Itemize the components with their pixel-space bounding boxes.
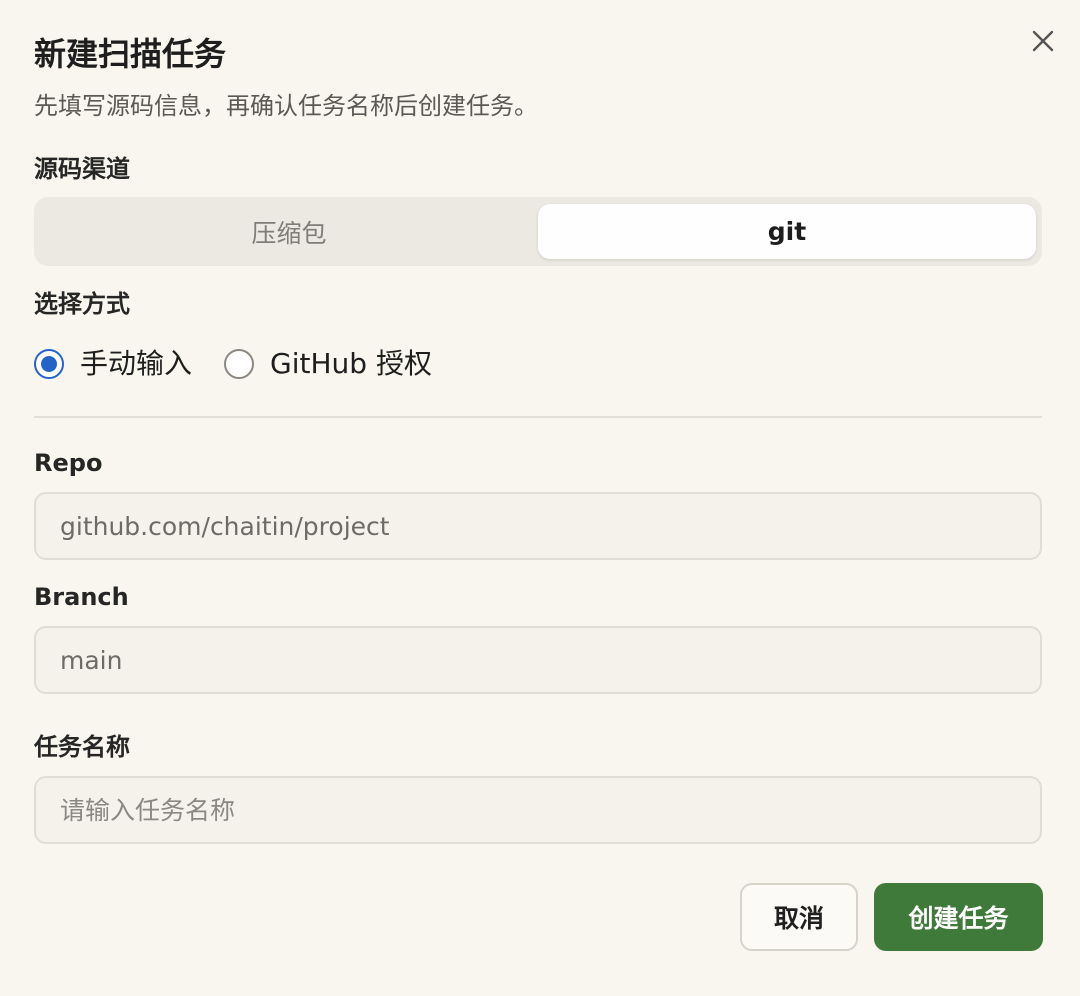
repo-input[interactable] bbox=[34, 492, 1042, 560]
repo-label: Repo bbox=[34, 449, 103, 477]
radio-unchecked-icon[interactable] bbox=[224, 349, 255, 379]
segment-git[interactable]: git bbox=[538, 204, 1036, 259]
close-button[interactable] bbox=[1024, 22, 1062, 60]
section-divider bbox=[34, 416, 1042, 418]
source-channel-segmented-control: 压缩包 git bbox=[34, 197, 1042, 266]
select-method-label: 选择方式 bbox=[34, 290, 130, 318]
radio-github-auth[interactable]: GitHub 授权 bbox=[224, 344, 432, 384]
source-channel-label: 源码渠道 bbox=[34, 155, 130, 183]
segment-archive[interactable]: 压缩包 bbox=[41, 204, 537, 259]
close-icon bbox=[1032, 30, 1054, 52]
radio-checked-icon[interactable] bbox=[34, 349, 64, 379]
radio-manual-input[interactable]: 手动输入 bbox=[34, 344, 192, 384]
task-name-input[interactable] bbox=[34, 776, 1042, 844]
create-task-button[interactable]: 创建任务 bbox=[874, 883, 1043, 951]
new-scan-task-dialog: 新建扫描任务 先填写源码信息，再确认任务名称后创建任务。 源码渠道 压缩包 gi… bbox=[0, 0, 1080, 996]
branch-input[interactable] bbox=[34, 626, 1042, 694]
radio-github-auth-label: GitHub 授权 bbox=[270, 347, 432, 380]
select-method-radio-group: 手动输入 GitHub 授权 bbox=[34, 344, 432, 384]
dialog-title: 新建扫描任务 bbox=[34, 35, 227, 73]
branch-label: Branch bbox=[34, 583, 129, 611]
cancel-button[interactable]: 取消 bbox=[740, 883, 858, 951]
radio-dot bbox=[41, 356, 57, 372]
radio-manual-input-label: 手动输入 bbox=[80, 347, 193, 380]
dialog-subtitle: 先填写源码信息，再确认任务名称后创建任务。 bbox=[34, 92, 538, 120]
task-name-label: 任务名称 bbox=[34, 733, 130, 761]
